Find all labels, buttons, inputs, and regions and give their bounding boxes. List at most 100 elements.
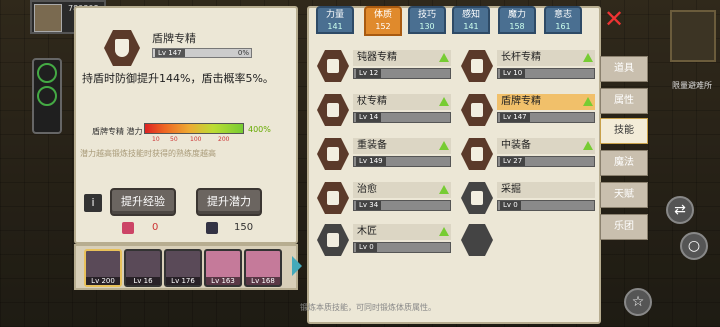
- skill-name: 长杆专精: [497, 50, 595, 66]
- search-icon[interactable]: ○: [680, 232, 708, 260]
- skill-name: 采掘: [497, 182, 595, 198]
- mace-icon: [317, 50, 349, 82]
- character-portrait[interactable]: Lv 168: [244, 249, 282, 287]
- potential-item-icon: [206, 222, 218, 234]
- tab-perception[interactable]: 感知 141: [452, 6, 490, 34]
- potential-item-count: 150: [234, 222, 254, 233]
- upgrade-arrow-icon: [439, 227, 449, 236]
- minimap[interactable]: [670, 10, 716, 62]
- tab-technique[interactable]: 技巧 130: [408, 6, 446, 34]
- next-arrow-icon[interactable]: [292, 256, 302, 276]
- exp-item-icon: [122, 222, 134, 234]
- skill-level-bar: Lv 14: [353, 112, 451, 123]
- bottom-hint: 锻炼本质技能，可同时锻炼体质属性。: [300, 303, 436, 312]
- skill-name: 木匠: [353, 224, 451, 240]
- skill-name: 中装备: [497, 138, 595, 154]
- empty-slot-icon: [461, 224, 493, 256]
- skill-mace[interactable]: 钝器专精 Lv 12: [317, 50, 453, 84]
- nav-attributes[interactable]: 属性: [600, 88, 648, 114]
- shield-icon: [104, 30, 140, 66]
- potential-tick: 200: [218, 136, 230, 143]
- detail-exp-bar: Lv 147 0%: [152, 48, 252, 58]
- potential-bar: [144, 123, 244, 134]
- skill-name: 钝器专精: [353, 50, 451, 66]
- buff-icon: [37, 86, 57, 106]
- buff-icon: [37, 63, 57, 83]
- skill-medium-armor[interactable]: 中装备 Lv 27: [461, 138, 597, 172]
- nav-skills[interactable]: 技能: [600, 118, 648, 144]
- skill-empty-slot: [461, 224, 597, 258]
- potential-tick: 10: [152, 136, 160, 143]
- skill-level-bar: Lv 27: [497, 156, 595, 167]
- character-portrait[interactable]: Lv 200: [84, 249, 122, 287]
- potential-percent: 400%: [248, 125, 271, 134]
- skill-polearm[interactable]: 长杆专精 Lv 10: [461, 50, 597, 84]
- nav-items[interactable]: 道具: [600, 56, 648, 82]
- skill-level-bar: Lv 0: [497, 200, 595, 211]
- polearm-icon: [461, 50, 493, 82]
- skill-staff[interactable]: 杖专精 Lv 14: [317, 94, 453, 128]
- skill-name: 重装备: [353, 138, 451, 154]
- skill-heal[interactable]: 治愈 Lv 34: [317, 182, 453, 216]
- tab-constitution[interactable]: 体质 152: [364, 6, 402, 36]
- skill-level-bar: Lv 34: [353, 200, 451, 211]
- upgrade-arrow-icon: [583, 141, 593, 150]
- close-icon[interactable]: ✕: [602, 7, 626, 32]
- character-portrait[interactable]: Lv 163: [204, 249, 242, 287]
- upgrade-arrow-icon: [583, 53, 593, 62]
- swap-icon[interactable]: ⇄: [666, 196, 694, 224]
- raise-exp-button[interactable]: 提升经验: [110, 188, 176, 216]
- skill-detail-panel: 盾牌专精 Lv 147 0% 持盾时防御提升144%，盾击概率5%。 盾牌专精 …: [74, 6, 298, 244]
- player-avatar: [34, 4, 62, 32]
- nav-magic[interactable]: 魔法: [600, 150, 648, 176]
- pickaxe-icon: [461, 182, 493, 214]
- heavy-armor-icon: [317, 138, 349, 170]
- nav-talents[interactable]: 天赋: [600, 182, 648, 208]
- skill-level-bar: Lv 149: [353, 156, 451, 167]
- detail-title: 盾牌专精: [152, 32, 196, 45]
- character-portrait[interactable]: Lv 16: [124, 249, 162, 287]
- star-icon[interactable]: ☆: [624, 288, 652, 316]
- upgrade-arrow-icon: [439, 53, 449, 62]
- raise-potential-button[interactable]: 提升潜力: [196, 188, 262, 216]
- upgrade-arrow-icon: [439, 185, 449, 194]
- exp-item-count: 0: [152, 222, 159, 233]
- tab-strength[interactable]: 力量 141: [316, 6, 354, 34]
- skill-carpentry[interactable]: 木匠 Lv 0: [317, 224, 453, 258]
- nav-band[interactable]: 乐团: [600, 214, 648, 240]
- staff-icon: [317, 94, 349, 126]
- upgrade-arrow-icon: [439, 141, 449, 150]
- potential-note: 潜力越高锻炼技能时获得的熟练度越高: [80, 149, 216, 158]
- tab-will[interactable]: 意志 161: [544, 6, 582, 34]
- potential-tick: 100: [190, 136, 202, 143]
- upgrade-arrow-icon: [439, 97, 449, 106]
- skill-name: 杖专精: [353, 94, 451, 110]
- medium-armor-icon: [461, 138, 493, 170]
- skill-level-bar: Lv 147: [497, 112, 595, 123]
- skill-level-bar: Lv 12: [353, 68, 451, 79]
- potential-tick: 50: [170, 136, 178, 143]
- potential-label: 盾牌专精 潜力: [92, 127, 143, 136]
- stat-tabs: 力量 141 体质 152 技巧 130 感知 141 魔力 158 意志 161: [312, 6, 598, 36]
- map-label: 限量避难所: [672, 81, 712, 90]
- skill-heavy-armor[interactable]: 重装备 Lv 149: [317, 138, 453, 172]
- skill-shield[interactable]: 盾牌专精 Lv 147: [461, 94, 597, 128]
- skill-level-bar: Lv 10: [497, 68, 595, 79]
- skill-mining[interactable]: 采掘 Lv 0: [461, 182, 597, 216]
- info-icon[interactable]: i: [84, 194, 102, 212]
- detail-exp-pct: 0%: [237, 49, 249, 57]
- skills-panel: 钝器专精 Lv 12 长杆专精 Lv 10 杖专精 Lv 14 盾牌专精 Lv …: [307, 6, 601, 324]
- character-selector: Lv 200 Lv 16 Lv 176 Lv 163 Lv 168: [74, 244, 298, 290]
- character-portrait[interactable]: Lv 176: [164, 249, 202, 287]
- tab-magic[interactable]: 魔力 158: [498, 6, 536, 34]
- detail-description: 持盾时防御提升144%，盾击概率5%。: [82, 72, 274, 85]
- saw-icon: [317, 224, 349, 256]
- shield-icon: [461, 94, 493, 126]
- side-hud: [32, 58, 62, 134]
- upgrade-arrow-icon: [583, 97, 593, 106]
- skill-name: 治愈: [353, 182, 451, 198]
- detail-level: Lv 147: [155, 49, 185, 57]
- skill-level-bar: Lv 0: [353, 242, 451, 253]
- heal-icon: [317, 182, 349, 214]
- skill-name: 盾牌专精: [497, 94, 595, 110]
